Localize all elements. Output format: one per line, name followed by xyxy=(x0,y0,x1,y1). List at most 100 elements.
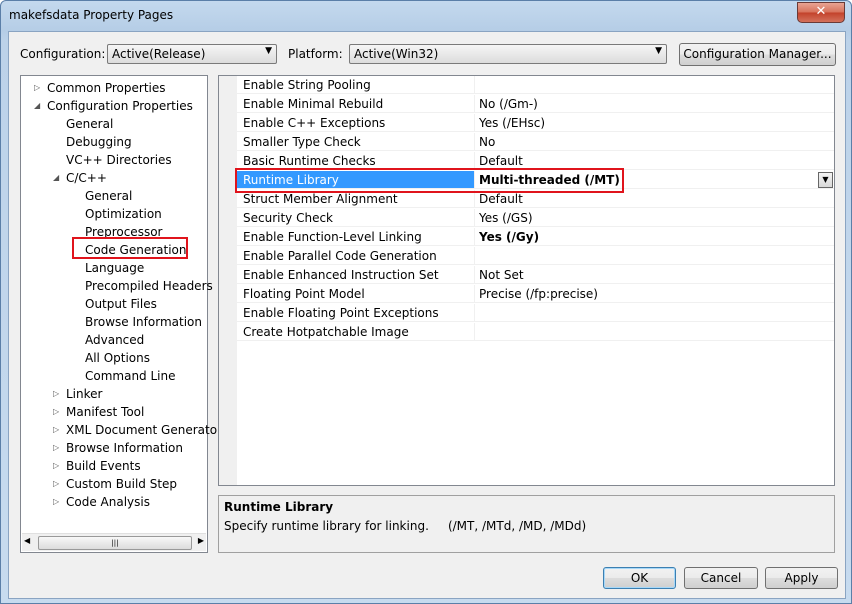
expand-arrow-icon[interactable]: ▷ xyxy=(53,439,59,457)
value-dropdown-button[interactable]: ▼ xyxy=(818,172,833,188)
configuration-manager-button[interactable]: Configuration Manager... xyxy=(679,43,836,66)
row-gutter xyxy=(219,323,237,342)
window-title: makefsdata Property Pages xyxy=(9,8,174,22)
tree-node-label: Browse Information xyxy=(66,441,183,455)
tree-node-label: Build Events xyxy=(66,459,141,473)
property-value[interactable]: No xyxy=(475,133,834,151)
property-row[interactable]: Enable Minimal Rebuild No (/Gm-) xyxy=(219,95,834,114)
property-name[interactable]: Smaller Type Check xyxy=(237,133,475,151)
row-gutter xyxy=(219,228,237,247)
platform-value: Active(Win32) xyxy=(354,47,439,61)
property-value[interactable] xyxy=(475,76,834,94)
scroll-right-icon[interactable]: ▶ xyxy=(198,536,204,545)
tree-node-label: Common Properties xyxy=(47,81,166,95)
apply-button[interactable]: Apply xyxy=(765,567,838,589)
property-row[interactable]: Smaller Type Check No xyxy=(219,133,834,152)
code-generation-highlight xyxy=(72,237,188,259)
description-text: Specify runtime library for linking. (/M… xyxy=(224,519,587,533)
runtime-library-highlight xyxy=(235,168,624,193)
property-name[interactable]: Enable Function-Level Linking xyxy=(237,228,475,246)
tree-node-label: Linker xyxy=(66,387,103,401)
tree-node-label: Code Analysis xyxy=(66,495,150,509)
property-name[interactable]: Security Check xyxy=(237,209,475,227)
row-gutter xyxy=(219,133,237,152)
tree-node-label: Language xyxy=(85,261,145,275)
expand-arrow-icon[interactable]: ▷ xyxy=(53,403,59,421)
property-value[interactable]: Yes (/EHsc) xyxy=(475,114,834,132)
chevron-down-icon: ▼ xyxy=(265,46,272,56)
expand-arrow-icon[interactable]: ▷ xyxy=(34,79,40,97)
tree-node-label: Custom Build Step xyxy=(66,477,178,491)
property-value[interactable] xyxy=(475,304,834,322)
property-value[interactable]: No (/Gm-) xyxy=(475,95,834,113)
dialog-client-area: Configuration: Active(Release) ▼ Platfor… xyxy=(8,31,846,599)
property-name[interactable]: Enable Floating Point Exceptions xyxy=(237,304,475,322)
row-gutter xyxy=(219,95,237,114)
property-pages-window: makefsdata Property Pages ✕ Configuratio… xyxy=(0,0,852,604)
property-value[interactable]: Not Set xyxy=(475,266,834,284)
configuration-value: Active(Release) xyxy=(112,47,206,61)
grid-gutter xyxy=(219,342,237,485)
scroll-thumb[interactable]: ||| xyxy=(38,536,192,550)
property-name[interactable]: Enable Minimal Rebuild xyxy=(237,95,475,113)
expand-arrow-icon[interactable]: ▷ xyxy=(53,385,59,403)
row-gutter xyxy=(219,266,237,285)
scroll-left-icon[interactable]: ◀ xyxy=(24,536,30,545)
property-name[interactable]: Enable C++ Exceptions xyxy=(237,114,475,132)
tree-node-label: Precompiled Headers xyxy=(85,279,213,293)
row-gutter xyxy=(219,76,237,95)
property-name[interactable]: Enable Enhanced Instruction Set xyxy=(237,266,475,284)
collapse-arrow-icon[interactable]: ◢ xyxy=(34,97,40,115)
close-button[interactable]: ✕ xyxy=(797,2,845,23)
property-name[interactable]: Enable String Pooling xyxy=(237,76,475,94)
tree-node-label: Debugging xyxy=(66,135,132,149)
tree-node-label: Advanced xyxy=(85,333,145,347)
property-value[interactable] xyxy=(475,323,834,341)
property-value[interactable]: Precise (/fp:precise) xyxy=(475,285,834,303)
property-grid[interactable]: Enable String Pooling Enable Minimal Rebu… xyxy=(218,75,835,486)
row-gutter xyxy=(219,209,237,228)
collapse-arrow-icon[interactable]: ◢ xyxy=(53,169,59,187)
tree-horizontal-scrollbar[interactable]: ◀ ||| ▶ xyxy=(22,533,206,551)
tree-node-label: Manifest Tool xyxy=(66,405,145,419)
tree-node-label: Configuration Properties xyxy=(47,99,193,113)
cancel-button[interactable]: Cancel xyxy=(684,567,758,589)
property-name[interactable]: Create Hotpatchable Image xyxy=(237,323,475,341)
row-gutter xyxy=(219,285,237,304)
expand-arrow-icon[interactable]: ▷ xyxy=(53,493,59,511)
title-bar[interactable]: makefsdata Property Pages ✕ xyxy=(1,1,851,31)
tree-node-label: Command Line xyxy=(85,369,176,383)
expand-arrow-icon[interactable]: ▷ xyxy=(53,475,59,493)
property-tree[interactable]: ▷ Common Properties ◢ Configuration Propert… xyxy=(20,75,222,553)
tree-node-label: XML Document Generator xyxy=(66,423,222,437)
property-value[interactable]: Yes (/GS) xyxy=(475,209,834,227)
property-name[interactable]: Floating Point Model xyxy=(237,285,475,303)
property-row[interactable]: Enable Enhanced Instruction Set Not Set xyxy=(219,266,834,285)
platform-label: Platform: xyxy=(288,47,343,61)
configuration-label: Configuration: xyxy=(20,47,106,61)
description-panel: Runtime Library Specify runtime library … xyxy=(218,495,835,553)
property-row[interactable]: Security Check Yes (/GS) xyxy=(219,209,834,228)
platform-dropdown[interactable]: Active(Win32) ▼ xyxy=(349,44,667,64)
close-icon: ✕ xyxy=(815,4,827,19)
property-row[interactable]: Enable Floating Point Exceptions xyxy=(219,304,834,323)
tree-node-label: General xyxy=(66,117,114,131)
property-row[interactable]: Create Hotpatchable Image xyxy=(219,323,834,342)
row-gutter xyxy=(219,247,237,266)
tree-node-label: Browse Information xyxy=(85,315,202,329)
configuration-dropdown[interactable]: Active(Release) ▼ xyxy=(107,44,277,64)
row-gutter xyxy=(219,114,237,133)
expand-arrow-icon[interactable]: ▷ xyxy=(53,457,59,475)
property-row[interactable]: Enable Parallel Code Generation xyxy=(219,247,834,266)
ok-button[interactable]: OK xyxy=(603,567,676,589)
property-name[interactable]: Enable Parallel Code Generation xyxy=(237,247,475,265)
tree-node-label: Optimization xyxy=(85,207,162,221)
property-row[interactable]: Enable Function-Level Linking Yes (/Gy) xyxy=(219,228,834,247)
property-row[interactable]: Enable C++ Exceptions Yes (/EHsc) xyxy=(219,114,834,133)
property-row[interactable]: Enable String Pooling xyxy=(219,76,834,95)
tree-node-label: All Options xyxy=(85,351,150,365)
property-value[interactable]: Yes (/Gy) xyxy=(475,228,834,246)
property-row[interactable]: Floating Point Model Precise (/fp:precise… xyxy=(219,285,834,304)
expand-arrow-icon[interactable]: ▷ xyxy=(53,421,59,439)
property-value[interactable] xyxy=(475,247,834,265)
